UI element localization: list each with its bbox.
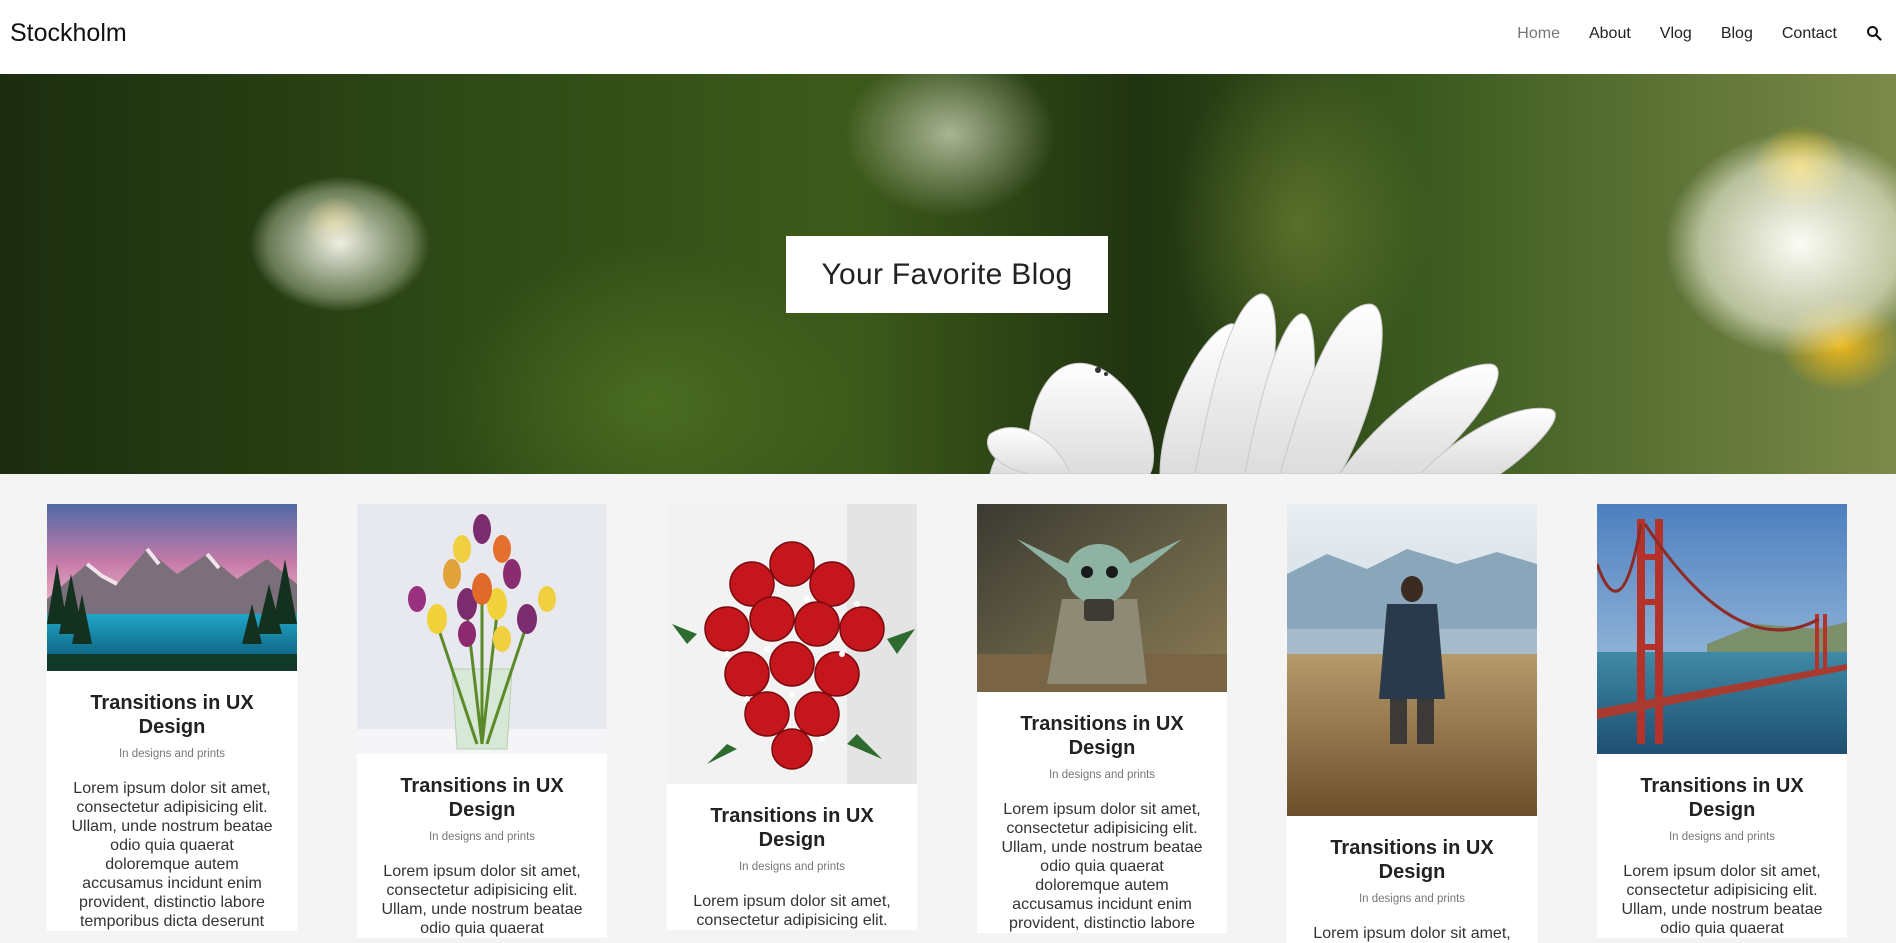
- post-category: In designs and prints: [738, 861, 846, 873]
- hero-title-box: Your Favorite Blog: [786, 236, 1108, 313]
- hero-banner: Your Favorite Blog: [0, 74, 1896, 474]
- post-card[interactable]: Transitions in UX Design In designs and …: [977, 504, 1227, 933]
- post-image[interactable]: [1287, 504, 1537, 816]
- post-excerpt: Lorem ipsum dolor sit amet, consectetur …: [693, 893, 891, 929]
- post-excerpt: Lorem ipsum dolor sit amet, consectetur …: [1001, 801, 1203, 932]
- nav-item-vlog[interactable]: Vlog: [1660, 25, 1692, 43]
- post-image[interactable]: [47, 504, 297, 671]
- post-title[interactable]: Transitions in UX Design: [357, 774, 607, 822]
- main-nav: Home About Vlog Blog Contact: [1517, 0, 1884, 68]
- site-header: Stockholm Home About Vlog Blog Contact: [0, 0, 1896, 74]
- post-image[interactable]: [977, 504, 1227, 692]
- post-category: In designs and prints: [428, 831, 536, 843]
- post-image[interactable]: [357, 504, 607, 754]
- post-card[interactable]: Transitions in UX Design In designs and …: [1287, 504, 1537, 943]
- post-category: In designs and prints: [118, 748, 226, 760]
- nav-item-about[interactable]: About: [1589, 25, 1631, 43]
- hero-title: Your Favorite Blog: [821, 257, 1073, 291]
- post-title[interactable]: Transitions in UX Design: [1597, 774, 1847, 822]
- post-excerpt: Lorem ipsum dolor sit amet,: [1313, 925, 1511, 942]
- post-title[interactable]: Transitions in UX Design: [47, 691, 297, 739]
- post-title[interactable]: Transitions in UX Design: [1287, 836, 1537, 884]
- nav-item-blog[interactable]: Blog: [1721, 25, 1753, 43]
- post-image[interactable]: [667, 504, 917, 784]
- post-card[interactable]: Transitions in UX Design In designs and …: [47, 504, 297, 931]
- post-excerpt: Lorem ipsum dolor sit amet, consectetur …: [71, 780, 273, 930]
- post-grid: Transitions in UX Design In designs and …: [0, 474, 1896, 943]
- post-title[interactable]: Transitions in UX Design: [977, 712, 1227, 760]
- post-title[interactable]: Transitions in UX Design: [667, 804, 917, 852]
- post-card[interactable]: Transitions in UX Design In designs and …: [1597, 504, 1847, 938]
- post-category: In designs and prints: [1668, 831, 1776, 843]
- post-card[interactable]: Transitions in UX Design In designs and …: [357, 504, 607, 938]
- search-icon[interactable]: [1866, 25, 1884, 43]
- post-image[interactable]: [1597, 504, 1847, 754]
- post-category: In designs and prints: [1048, 769, 1156, 781]
- site-brand[interactable]: Stockholm: [10, 19, 127, 48]
- nav-item-contact[interactable]: Contact: [1782, 25, 1837, 43]
- post-card[interactable]: Transitions in UX Design In designs and …: [667, 504, 917, 930]
- post-excerpt: Lorem ipsum dolor sit amet, consectetur …: [381, 863, 583, 937]
- nav-item-home[interactable]: Home: [1517, 25, 1560, 43]
- post-category: In designs and prints: [1358, 893, 1466, 905]
- post-excerpt: Lorem ipsum dolor sit amet, consectetur …: [1621, 863, 1823, 937]
